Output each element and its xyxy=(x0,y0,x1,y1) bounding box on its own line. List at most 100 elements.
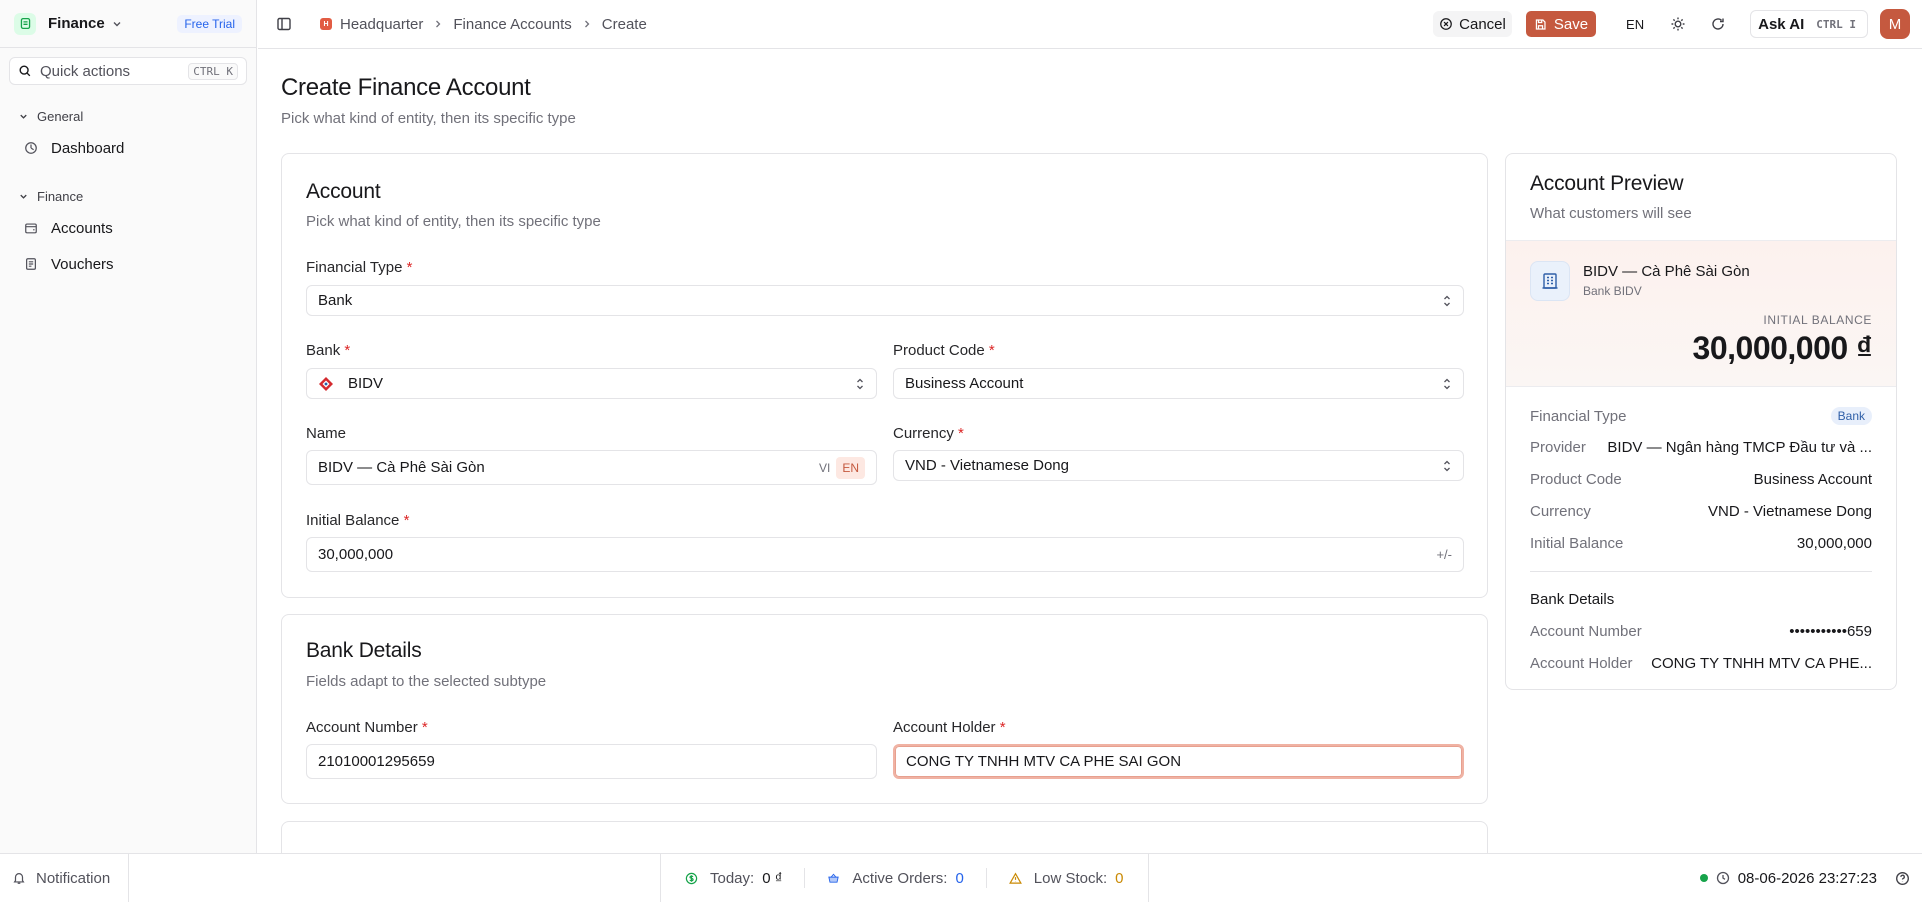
stat-today-value: 0 ₫ xyxy=(762,869,783,887)
sidebar-group-label: General xyxy=(37,108,84,124)
preview-divider xyxy=(1530,571,1872,572)
account-number-input[interactable]: 21010001295659 xyxy=(306,744,877,779)
sidebar-item-accounts[interactable]: Accounts xyxy=(0,213,256,243)
account-preview-card: Account Preview What customers will see … xyxy=(1505,153,1897,690)
sidebar-item-label: Dashboard xyxy=(51,139,125,157)
sidebar-item-label: Accounts xyxy=(51,219,113,237)
name-input[interactable]: BIDV — Cà Phê Sài Gòn VI EN xyxy=(306,450,877,485)
bank-badge xyxy=(1530,261,1570,301)
initial-balance-input[interactable]: 30,000,000 +/- xyxy=(306,537,1464,572)
name-language-toggle: VI EN xyxy=(813,456,865,479)
stat-divider xyxy=(985,868,987,888)
bank-select[interactable]: BIDV xyxy=(306,368,877,399)
preview-title: Account Preview xyxy=(1530,172,1684,195)
stat-today: Today: 0 ₫ xyxy=(685,870,782,887)
preview-row-account-holder: Account Holder CONG TY TNHH MTV CA PHE..… xyxy=(1530,655,1872,672)
breadcrumb-finance-accounts[interactable]: Finance Accounts xyxy=(453,16,571,33)
account-holder-value: CONG TY TNHH MTV CA PHE SAI GON xyxy=(906,753,1182,770)
bank-details-title: Bank Details xyxy=(306,639,422,662)
topbar: H Headquarter Finance Accounts Create Ca… xyxy=(258,0,1922,49)
quick-actions-label: Quick actions xyxy=(40,62,131,80)
initial-balance-label: Initial Balance * xyxy=(306,512,410,529)
preview-initial-balance: 30,000,000 ₫ xyxy=(1692,330,1873,366)
help-icon[interactable] xyxy=(1895,871,1910,886)
chevron-down-icon xyxy=(20,114,27,119)
stat-today-label: Today: xyxy=(710,869,755,887)
ask-ai-button[interactable]: Ask AI CTRL I xyxy=(1750,10,1868,38)
sign-toggle[interactable]: +/- xyxy=(1436,547,1452,562)
refresh-icon[interactable] xyxy=(1710,16,1726,32)
sun-icon[interactable] xyxy=(1670,16,1686,32)
breadcrumb-headquarter[interactable]: Headquarter xyxy=(340,16,423,33)
chevron-updown-icon xyxy=(1444,378,1450,389)
stat-active-orders-value: 0 xyxy=(955,869,964,887)
financial-type-value: Bank xyxy=(318,292,353,309)
app-switcher[interactable]: Finance Free Trial xyxy=(0,0,256,48)
currency-value: VND - Vietnamese Dong xyxy=(905,457,1069,474)
chevron-right-icon xyxy=(584,20,590,28)
warning-icon xyxy=(1008,871,1022,884)
currency-select[interactable]: VND - Vietnamese Dong xyxy=(893,450,1464,481)
account-number-value: 21010001295659 xyxy=(318,753,435,770)
additional-card xyxy=(281,821,1488,853)
preview-row-currency: Currency VND - Vietnamese Dong xyxy=(1530,503,1872,520)
gauge-icon xyxy=(25,142,37,154)
preview-subtitle: What customers will see xyxy=(1530,205,1692,222)
notification-button[interactable]: Notification xyxy=(0,854,129,902)
sidebar-item-dashboard[interactable]: Dashboard xyxy=(0,133,256,163)
account-card: Account Pick what kind of entity, then i… xyxy=(281,153,1488,598)
product-code-value: Business Account xyxy=(905,375,1024,392)
preview-row-provider: Provider BIDV — Ngân hàng TMCP Đầu tư và… xyxy=(1530,439,1872,456)
financial-type-label: Financial Type * xyxy=(306,259,413,276)
stat-active-orders: Active Orders: 0 xyxy=(827,869,964,887)
avatar[interactable]: M xyxy=(1880,9,1910,39)
quick-actions-shortcut: CTRL K xyxy=(188,62,238,80)
name-label: Name xyxy=(306,425,347,442)
financial-type-pill: Bank xyxy=(1830,407,1872,425)
account-card-title: Account xyxy=(306,180,381,203)
chevron-updown-icon xyxy=(1444,295,1450,306)
financial-type-select[interactable]: Bank xyxy=(306,285,1464,316)
bank-building-icon xyxy=(1542,273,1558,289)
page-title: Create Finance Account xyxy=(281,74,531,101)
preview-account-name: BIDV — Cà Phê Sài Gòn xyxy=(1583,263,1750,280)
bidv-logo-icon xyxy=(319,376,333,391)
language-switcher[interactable]: EN xyxy=(1626,17,1644,32)
quick-actions-search[interactable]: Quick actions CTRL K xyxy=(9,57,247,85)
sidebar-toggle-icon[interactable] xyxy=(276,16,292,32)
cancel-button[interactable]: Cancel xyxy=(1433,11,1512,37)
free-trial-badge[interactable]: Free Trial xyxy=(177,14,242,33)
sidebar-item-vouchers[interactable]: Vouchers xyxy=(0,249,256,279)
preview-bank-name: Bank BIDV xyxy=(1583,284,1642,298)
product-code-select[interactable]: Business Account xyxy=(893,368,1464,399)
chevron-updown-icon xyxy=(857,378,863,389)
finance-app-icon xyxy=(14,12,36,35)
app-name: Finance xyxy=(48,15,105,32)
account-number-label: Account Number * xyxy=(306,719,428,736)
preview-row-account-number: Account Number •••••••••••659 xyxy=(1530,623,1872,640)
search-icon xyxy=(19,65,31,77)
preview-row-financial-type: Financial Type Bank xyxy=(1530,407,1872,425)
lang-option-en[interactable]: EN xyxy=(836,456,865,479)
basket-icon xyxy=(828,873,840,883)
status-bar: Notification Today: 0 ₫ Active Orders: 0… xyxy=(0,853,1922,902)
preview-row-product-code: Product Code Business Account xyxy=(1530,471,1872,488)
save-button[interactable]: Save xyxy=(1525,11,1597,37)
dollar-circle-icon xyxy=(685,872,698,884)
cancel-label: Cancel xyxy=(1459,15,1506,33)
chevron-down-icon xyxy=(20,194,27,199)
stat-low-stock-label: Low Stock: xyxy=(1033,869,1108,887)
sidebar-group-finance[interactable]: Finance xyxy=(0,185,256,207)
document-icon xyxy=(26,258,36,270)
sidebar-group-general[interactable]: General xyxy=(0,105,256,127)
save-icon xyxy=(1535,18,1546,30)
bank-details-subtitle: Fields adapt to the selected subtype xyxy=(306,673,547,690)
lang-option-vi[interactable]: VI xyxy=(813,457,836,479)
preview-row-initial-balance: Initial Balance 30,000,000 xyxy=(1530,535,1872,552)
stat-divider xyxy=(804,868,806,888)
bank-value: BIDV xyxy=(348,375,384,392)
chevron-updown-icon xyxy=(1444,460,1450,471)
stat-low-stock-value: 0 xyxy=(1115,869,1124,887)
account-holder-input[interactable]: CONG TY TNHH MTV CA PHE SAI GON xyxy=(893,744,1464,779)
sidebar-group-label: Finance xyxy=(37,188,84,204)
